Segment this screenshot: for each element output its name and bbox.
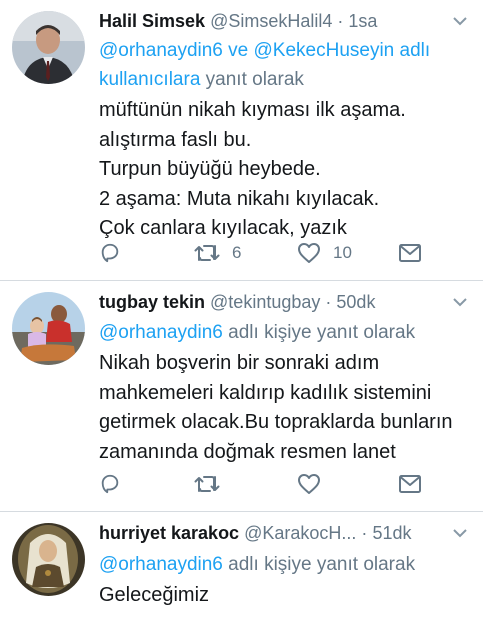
author-name[interactable]: Halil Simsek <box>99 11 205 31</box>
reply-button[interactable] <box>99 240 133 266</box>
reply-suffix: adlı kişiye yanıt olarak <box>222 554 416 575</box>
author-handle[interactable]: @tekintugbay <box>210 292 320 312</box>
author-name[interactable]: hurriyet karakoc <box>99 523 239 543</box>
tweet[interactable]: Halil Simsek @SimsekHalil4 · 1sa @orhana… <box>0 0 483 281</box>
retweet-icon <box>194 473 220 495</box>
author-handle[interactable]: @SimsekHalil4 <box>210 11 332 31</box>
tweet[interactable]: hurriyet karakoc @KarakocH... · 51dk @or… <box>0 512 483 624</box>
chevron-down-icon[interactable] <box>449 524 471 542</box>
author-name[interactable]: tugbay tekin <box>99 292 205 312</box>
reply-suffix: adlı kişiye yanıt olarak <box>222 322 416 343</box>
direct-message-button[interactable] <box>399 240 421 266</box>
mention-link[interactable]: @orhanaydin6 <box>99 554 223 575</box>
retweet-count: 6 <box>232 243 242 262</box>
mention-link[interactable]: @KekecHuseyin <box>254 40 395 61</box>
avatar[interactable] <box>12 292 85 365</box>
reply-context: @orhanaydin6 adlı kişiye yanıt olarak <box>99 550 471 579</box>
envelope-icon <box>399 475 421 493</box>
separator-dot: · <box>337 11 344 31</box>
tweet-text: müftünün nikah kıyması ilk aşama. alıştı… <box>99 99 406 239</box>
retweet-button[interactable] <box>194 471 232 497</box>
mention-link[interactable]: @orhanaydin6 <box>99 40 223 61</box>
tweet-header: tugbay tekin @tekintugbay · 50dk <box>99 291 435 313</box>
chevron-down-icon[interactable] <box>449 293 471 311</box>
tweet-header: Halil Simsek @SimsekHalil4 · 1sa <box>99 10 435 32</box>
avatar[interactable] <box>12 11 85 84</box>
timestamp[interactable]: 1sa <box>348 11 377 31</box>
separator-dot: · <box>361 523 368 543</box>
timestamp[interactable]: 50dk <box>336 292 375 312</box>
like-button[interactable]: 10 <box>297 240 352 266</box>
action-bar: 6 10 <box>99 240 471 266</box>
retweet-icon <box>194 242 220 264</box>
reply-button[interactable] <box>99 471 133 497</box>
reply-context: @orhanaydin6 adlı kişiye yanıt olarak <box>99 318 471 347</box>
envelope-icon <box>399 244 421 262</box>
reply-suffix: yanıt olarak <box>200 69 304 90</box>
reply-context: @orhanaydin6 ve @KekecHuseyin adlı kulla… <box>99 36 471 94</box>
chevron-down-icon[interactable] <box>449 12 471 30</box>
avatar[interactable] <box>12 523 85 596</box>
like-count: 10 <box>333 243 352 262</box>
like-button[interactable] <box>297 471 333 497</box>
reply-icon <box>99 473 121 495</box>
mention-link[interactable]: @orhanaydin6 <box>99 322 223 343</box>
author-handle[interactable]: @KarakocH... <box>244 523 356 543</box>
timestamp[interactable]: 51dk <box>372 523 411 543</box>
reply-connector: ve <box>222 40 254 61</box>
retweet-button[interactable]: 6 <box>194 240 241 266</box>
heart-icon <box>297 473 321 495</box>
direct-message-button[interactable] <box>399 471 421 497</box>
reply-icon <box>99 242 121 264</box>
tweet[interactable]: tugbay tekin @tekintugbay · 50dk @orhana… <box>0 281 483 512</box>
separator-dot: · <box>325 292 332 312</box>
action-bar <box>99 471 471 497</box>
tweet-text: Geleceğimiz <box>99 584 210 606</box>
tweet-header: hurriyet karakoc @KarakocH... · 51dk <box>99 522 435 544</box>
heart-icon <box>297 242 321 264</box>
tweet-text: Nikah boşverin bir sonraki adım mahkemel… <box>99 352 453 463</box>
